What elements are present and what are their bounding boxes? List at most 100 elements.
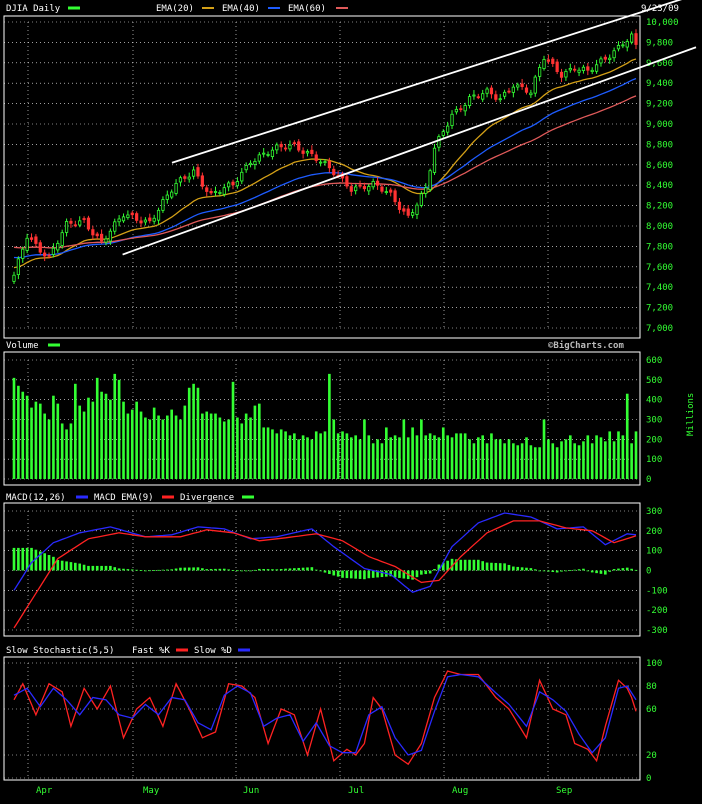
candle-body xyxy=(577,69,581,73)
month-label-jun: Jun xyxy=(243,786,259,796)
volume-bar xyxy=(25,395,29,479)
volume-bar xyxy=(376,439,379,479)
volume-bar xyxy=(257,403,261,479)
volume-bar xyxy=(481,435,485,479)
volume-y-tick-label: 600 xyxy=(646,356,662,366)
volume-bar xyxy=(78,405,82,479)
volume-bar xyxy=(288,435,292,479)
divergence-bar xyxy=(297,567,301,571)
divergence-bar xyxy=(542,570,546,572)
volume-bar xyxy=(187,387,191,479)
candle-body xyxy=(375,180,380,186)
divergence-bar xyxy=(472,559,476,571)
volume-bar xyxy=(568,435,572,479)
candle-body xyxy=(441,131,445,136)
legend-ema40: EMA(40) xyxy=(222,4,260,14)
volume-bar xyxy=(468,439,471,479)
candle-body xyxy=(327,160,331,169)
divergence-bar xyxy=(306,567,309,571)
volume-bar xyxy=(209,413,213,479)
volume-bar xyxy=(319,433,322,479)
volume-bar xyxy=(148,419,152,479)
divergence-bar xyxy=(503,563,506,571)
divergence-bar xyxy=(415,570,419,578)
volume-bar xyxy=(608,431,612,479)
candle-body xyxy=(196,167,200,177)
divergence-bar xyxy=(547,570,550,572)
volume-bar xyxy=(617,431,620,479)
candle-body xyxy=(371,180,375,188)
stochastic-legend-fastk: Fast %K xyxy=(132,646,171,656)
divergence-bar xyxy=(336,570,340,577)
divergence-bar xyxy=(634,569,638,571)
divergence-bar xyxy=(525,567,528,571)
volume-bar xyxy=(630,443,633,479)
candle-body xyxy=(459,108,463,111)
volume-bar xyxy=(192,383,195,479)
volume-bar xyxy=(402,419,406,479)
divergence-bar xyxy=(577,569,581,571)
divergence-bar xyxy=(424,570,428,575)
divergence-bar xyxy=(157,569,160,571)
divergence-bar xyxy=(380,570,384,578)
stochastic-y-tick-label: 100 xyxy=(646,659,662,669)
volume-bar xyxy=(380,443,384,479)
divergence-bar xyxy=(196,567,200,571)
volume-y-tick-label: 500 xyxy=(646,376,662,386)
divergence-bar xyxy=(179,567,182,571)
legend-ema20: EMA(20) xyxy=(156,4,194,14)
candle-body xyxy=(559,71,564,78)
candle-body xyxy=(156,209,161,221)
candle-body xyxy=(529,92,533,96)
price-y-tick-label: 10,000 xyxy=(646,18,679,28)
volume-bar xyxy=(297,439,301,479)
candle-body xyxy=(244,164,248,171)
volume-bar xyxy=(498,439,502,479)
divergence-bar xyxy=(65,561,68,571)
candle-body xyxy=(332,168,336,176)
divergence-bar xyxy=(568,570,572,572)
divergence-bar xyxy=(104,565,108,571)
volume-bar xyxy=(144,417,147,479)
candle-body xyxy=(187,176,191,180)
candle-body xyxy=(86,217,91,230)
divergence-bar xyxy=(227,569,230,571)
divergence-bar xyxy=(148,570,152,572)
candle-body xyxy=(152,217,156,222)
macd-legend-divergence: Divergence xyxy=(180,493,234,503)
candle-body xyxy=(481,93,485,100)
divergence-bar xyxy=(341,570,344,578)
candle-body xyxy=(231,181,235,186)
candle-body xyxy=(21,248,25,259)
volume-bar xyxy=(525,437,528,479)
macd-y-tick-label: -200 xyxy=(646,606,668,616)
macd-y-tick-label: -300 xyxy=(646,626,668,636)
divergence-bar xyxy=(244,570,248,572)
candle-body xyxy=(594,64,599,72)
volume-bar xyxy=(485,443,489,479)
volume-bar xyxy=(152,407,156,479)
candle-body xyxy=(178,177,183,183)
divergence-bar xyxy=(323,570,327,573)
candle-body xyxy=(200,175,204,187)
volume-unit-label: Millions xyxy=(686,393,696,436)
stochastic-title: Slow Stochastic(5,5) xyxy=(6,646,114,656)
volume-y-tick-label: 100 xyxy=(646,455,662,465)
divergence-bar xyxy=(604,570,607,575)
candle-body xyxy=(616,44,621,50)
candle-body xyxy=(288,144,292,150)
volume-bar xyxy=(222,421,226,479)
volume-bar xyxy=(437,437,441,479)
volume-bar xyxy=(341,431,344,479)
divergence-bar xyxy=(187,567,191,571)
divergence-bar xyxy=(314,569,318,571)
divergence-bar xyxy=(345,570,349,579)
volume-bar xyxy=(533,447,537,479)
candle-body xyxy=(270,149,275,158)
volume-bar xyxy=(455,433,458,479)
candle-body xyxy=(367,186,371,192)
divergence-bar xyxy=(363,570,366,580)
divergence-bar xyxy=(551,570,555,572)
divergence-bar xyxy=(476,559,480,571)
volume-bar xyxy=(393,435,397,479)
